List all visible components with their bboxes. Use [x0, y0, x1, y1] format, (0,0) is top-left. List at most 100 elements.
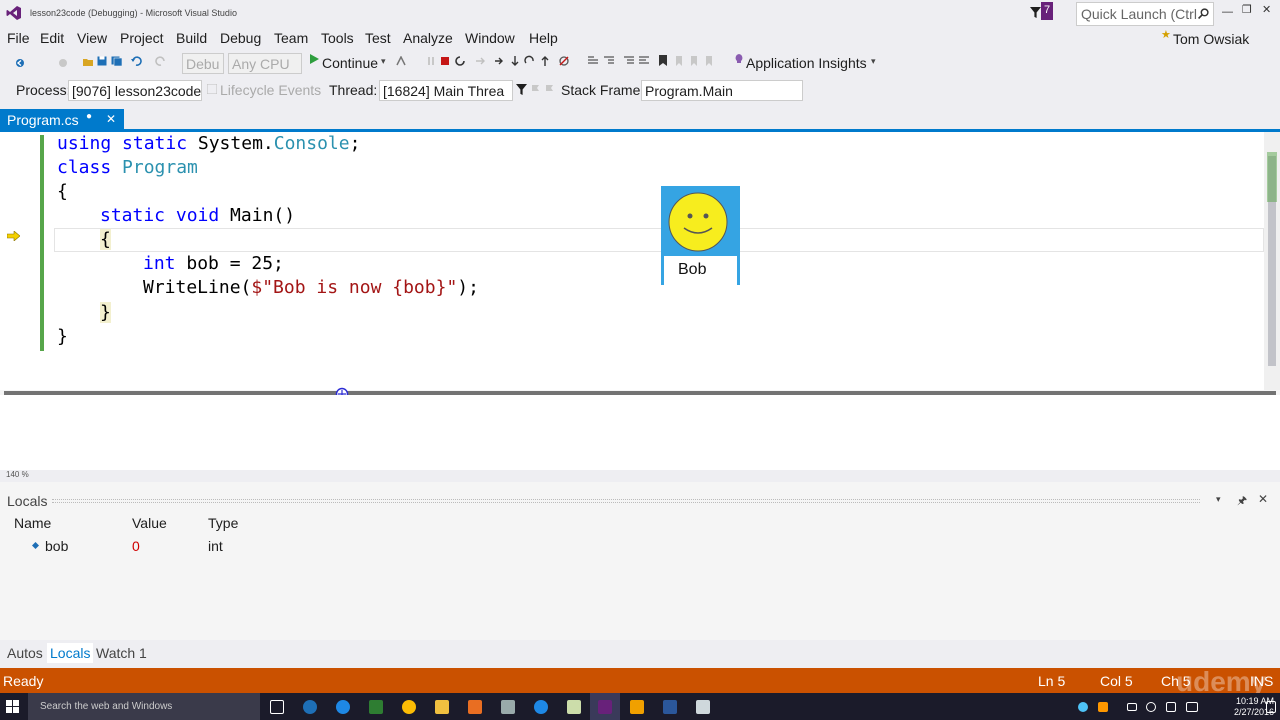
restart-icon[interactable] [455, 56, 465, 66]
break-all-icon[interactable] [428, 57, 434, 65]
stop-debugging-icon[interactable] [441, 57, 449, 65]
tray-alert-icon[interactable] [1098, 702, 1108, 712]
notifications-icon[interactable] [1266, 701, 1276, 713]
menu-file[interactable]: File [7, 30, 30, 46]
feedback-icon[interactable]: ★ [1161, 28, 1171, 41]
code-line-8[interactable]: } [100, 302, 111, 323]
user-name[interactable]: Tom Owsiak [1173, 31, 1249, 47]
app-photos-icon[interactable] [567, 700, 581, 714]
feedback-filter-icon[interactable] [1030, 7, 1041, 18]
menu-build[interactable]: Build [176, 30, 207, 46]
solution-platform-dropdown[interactable]: Any CPU [228, 53, 302, 74]
edge-icon[interactable] [534, 700, 548, 714]
battery-icon[interactable] [1127, 703, 1137, 711]
menu-tools[interactable]: Tools [321, 30, 354, 46]
menu-test[interactable]: Test [365, 30, 391, 46]
table-row[interactable] [0, 537, 1280, 557]
panel-menu-icon[interactable]: ▾ [1216, 494, 1221, 505]
redo-icon[interactable] [155, 55, 167, 67]
column-value-header[interactable]: Value [132, 515, 167, 531]
lifecycle-events-icon[interactable] [207, 84, 217, 94]
code-line-6[interactable]: int bob = 25; [143, 253, 284, 274]
browser-link-icon[interactable] [396, 56, 406, 66]
tab-locals[interactable]: Locals [47, 643, 94, 663]
word-icon[interactable] [663, 700, 677, 714]
task-view-icon[interactable] [270, 700, 284, 714]
step-into-icon[interactable] [494, 56, 504, 66]
navigate-back-icon[interactable] [15, 58, 25, 68]
next-bookmark-icon[interactable] [689, 56, 699, 66]
step-back-icon[interactable] [540, 55, 550, 67]
process-dropdown[interactable]: [9076] lesson23code [68, 80, 202, 101]
network-icon[interactable] [1146, 702, 1156, 712]
pin-panel-icon[interactable]: 🖈 [1237, 492, 1247, 511]
insights-dropdown-icon[interactable]: ▾ [871, 56, 876, 67]
step-out-icon[interactable] [524, 55, 535, 67]
navigate-forward-icon[interactable] [58, 58, 68, 68]
minimize-icon[interactable]: — [1222, 6, 1233, 18]
menu-debug[interactable]: Debug [220, 30, 261, 46]
application-insights-button[interactable]: Application Insights [746, 55, 867, 71]
code-line-4[interactable]: static void Main() [100, 205, 295, 226]
menu-team[interactable]: Team [274, 30, 308, 46]
keyboard-icon[interactable] [1186, 702, 1198, 712]
bookmark-icon[interactable] [659, 55, 667, 66]
show-next-statement-icon[interactable] [475, 56, 485, 66]
close-panel-icon[interactable]: ✕ [1258, 492, 1268, 506]
volume-icon[interactable] [1166, 702, 1176, 712]
solution-configuration-dropdown[interactable]: Debu [182, 53, 224, 74]
code-line-2[interactable]: class Program [57, 157, 198, 178]
show-only-flagged-icon[interactable] [545, 84, 555, 94]
diagnostic-hub-icon[interactable] [558, 55, 570, 67]
tray-icon[interactable] [1078, 702, 1088, 712]
restore-icon[interactable]: ❐ [1242, 3, 1252, 16]
code-line-9[interactable]: } [57, 326, 68, 347]
code-line-1[interactable]: using static System.Console; [57, 133, 360, 154]
file-explorer-icon[interactable] [435, 700, 449, 714]
local-value[interactable]: 0 [132, 538, 140, 554]
notification-badge[interactable]: 7 [1041, 2, 1053, 20]
increase-indent-icon[interactable] [639, 56, 649, 66]
visual-studio-taskbar-icon[interactable] [598, 700, 612, 714]
uncomment-lines-icon[interactable] [604, 56, 615, 66]
previous-bookmark-icon[interactable] [674, 56, 684, 66]
play-icon[interactable] [310, 54, 319, 64]
lifecycle-events-button[interactable]: Lifecycle Events [220, 82, 321, 98]
open-file-icon[interactable] [82, 56, 94, 68]
flag-threads-icon[interactable] [531, 84, 541, 94]
save-all-icon[interactable] [111, 56, 123, 66]
app-green-icon[interactable] [369, 700, 383, 714]
tab-watch-1[interactable]: Watch 1 [96, 645, 147, 661]
split-editor-pane[interactable] [0, 395, 1280, 470]
clear-bookmarks-icon[interactable] [704, 56, 714, 66]
menu-view[interactable]: View [77, 30, 107, 46]
column-name-header[interactable]: Name [14, 515, 51, 531]
menu-edit[interactable]: Edit [40, 30, 64, 46]
menu-window[interactable]: Window [465, 30, 515, 46]
code-line-5[interactable]: { [100, 229, 111, 250]
save-icon[interactable] [97, 56, 107, 66]
stack-frame-dropdown[interactable]: Program.Main [641, 80, 803, 101]
close-tab-icon[interactable]: ✕ [106, 112, 116, 126]
code-editor[interactable]: using static System.Console; class Progr… [0, 132, 1280, 390]
code-line-3[interactable]: { [57, 181, 68, 202]
app-orange-icon[interactable] [468, 700, 482, 714]
pin-tab-icon[interactable]: ● [86, 111, 92, 122]
menu-help[interactable]: Help [529, 30, 558, 46]
close-window-icon[interactable]: ✕ [1262, 3, 1271, 16]
breakpoint-gutter[interactable] [0, 132, 40, 390]
editor-vertical-scrollbar[interactable] [1264, 132, 1280, 390]
undo-icon[interactable] [130, 55, 142, 67]
column-type-header[interactable]: Type [208, 515, 238, 531]
app-k-icon[interactable] [336, 700, 350, 714]
application-insights-icon[interactable] [733, 53, 745, 65]
decrease-indent-icon[interactable] [624, 56, 634, 66]
windows-start-icon[interactable] [6, 700, 19, 713]
zoom-level-value[interactable]: 140 % [6, 470, 29, 479]
code-line-7[interactable]: WriteLine($"Bob is now {bob}"); [143, 277, 479, 298]
quick-launch-input[interactable]: Quick Launch (Ctrl [1076, 2, 1214, 26]
thread-dropdown[interactable]: [16824] Main Threa [379, 80, 513, 101]
comment-lines-icon[interactable] [588, 56, 599, 66]
cortana-icon[interactable] [303, 700, 317, 714]
chrome-icon[interactable] [402, 700, 416, 714]
